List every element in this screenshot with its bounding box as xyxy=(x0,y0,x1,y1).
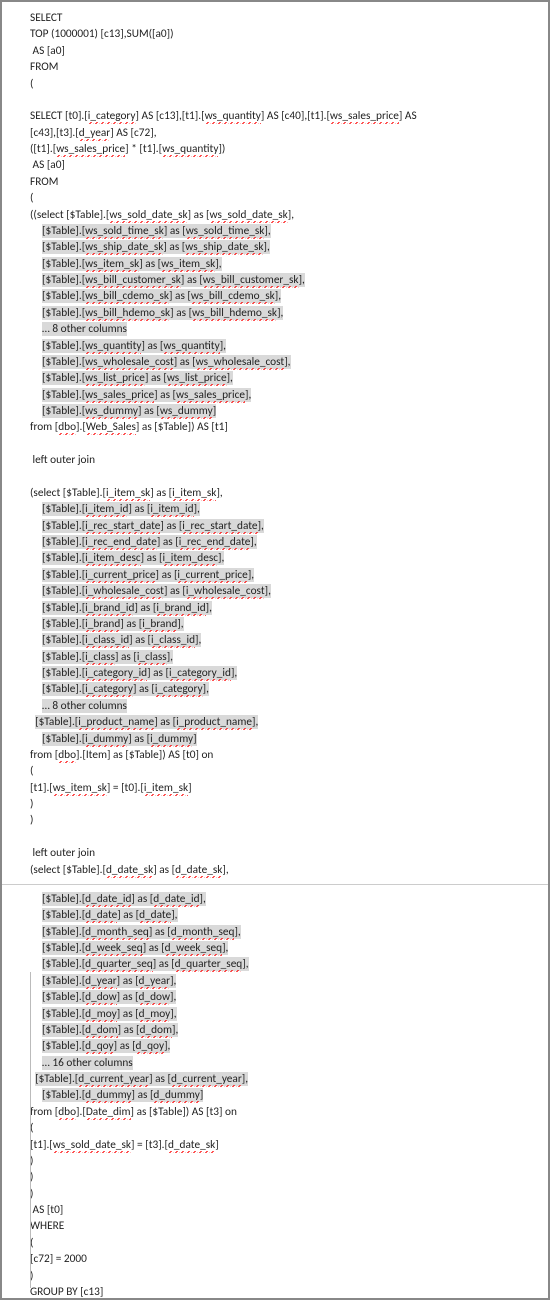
code-line: AS [a0] xyxy=(30,43,520,59)
code-line: from [dbo].[Item] as [$Table]) AS [t0] o… xyxy=(30,747,520,763)
code-line: [$Table].[d_moy] as [d_moy], xyxy=(30,1006,520,1022)
code-line: [$Table].[i_brand] as [i_brand], xyxy=(30,616,520,632)
code-line: ) xyxy=(30,796,520,812)
code-line: [$Table].[ws_dummy] as [ws_dummy] xyxy=(30,403,520,419)
sql-document: SELECT TOP (1000001) [c13],SUM([a0]) AS … xyxy=(0,0,550,1300)
code-line: [$Table].[d_week_seq] as [d_week_seq], xyxy=(30,940,520,956)
code-line: [$Table].[i_class] as [i_class], xyxy=(30,649,520,665)
code-line: [$Table].[ws_bill_cdemo_sk] as [ws_bill_… xyxy=(30,288,520,304)
code-line: ) xyxy=(30,812,520,828)
code-line: ((select [$Table].[ws_sold_date_sk] as [… xyxy=(30,207,520,223)
code-line: [$Table].[d_date_id] as [d_date_id], xyxy=(30,891,520,907)
code-line: ) xyxy=(30,1153,520,1169)
code-line: [$Table].[d_dummy] as [d_dummy] xyxy=(30,1087,520,1103)
code-line: [$Table].[d_date] as [d_date], xyxy=(30,907,520,923)
code-line: [$Table].[d_current_year] as [d_current_… xyxy=(30,1071,520,1087)
code-line: [$Table].[d_qoy] as [d_qoy], xyxy=(30,1038,520,1054)
code-line: AS [a0] xyxy=(30,157,520,173)
code-line: [$Table].[d_dom] as [d_dom], xyxy=(30,1022,520,1038)
page-divider xyxy=(2,884,548,885)
code-line: [$Table].[i_category] as [i_category], xyxy=(30,681,520,697)
code-line: [$Table].[i_rec_start_date] as [i_rec_st… xyxy=(30,518,520,534)
code-line: [t1].[ws_item_sk] = [t0].[i_item_sk] xyxy=(30,780,520,796)
code-line: left outer join xyxy=(30,452,520,468)
code-line: [c43],[t3].[d_year] AS [c72], xyxy=(30,125,520,141)
code-line: GROUP BY [c13] xyxy=(30,1284,520,1300)
code-line: [$Table].[d_year] as [d_year], xyxy=(30,973,520,989)
code-line: [$Table].[i_wholesale_cost] as [i_wholes… xyxy=(30,583,520,599)
code-line: [t1].[ws_sold_date_sk] = [t3].[d_date_sk… xyxy=(30,1137,520,1153)
code-line: [$Table].[ws_wholesale_cost] as [ws_whol… xyxy=(30,354,520,370)
ellipsis-line: … 8 other columns xyxy=(30,321,520,337)
code-line: [$Table].[i_dummy] as [i_dummy] xyxy=(30,731,520,747)
ellipsis-line: … 16 other columns xyxy=(30,1055,520,1071)
code-line: ( xyxy=(30,763,520,779)
blank-line xyxy=(30,829,520,845)
code-line: [$Table].[ws_list_price] as [ws_list_pri… xyxy=(30,370,520,386)
blank-line xyxy=(30,436,520,452)
code-line: AS [t0] xyxy=(30,1202,520,1218)
code-line: [$Table].[i_category_id] as [i_category_… xyxy=(30,665,520,681)
code-line: [$Table].[i_item_desc] as [i_item_desc], xyxy=(30,550,520,566)
code-line: [$Table].[ws_quantity] as [ws_quantity], xyxy=(30,338,520,354)
code-line: [$Table].[i_current_price] as [i_current… xyxy=(30,567,520,583)
code-line: (select [$Table].[d_date_sk] as [d_date_… xyxy=(30,862,520,878)
code-line: FROM xyxy=(30,174,520,190)
code-line: [$Table].[ws_sales_price] as [ws_sales_p… xyxy=(30,387,520,403)
code-line: from [dbo].[Date_dim] as [$Table]) AS [t… xyxy=(30,1104,520,1120)
code-line: ([t1].[ws_sales_price] * [t1].[ws_quanti… xyxy=(30,141,520,157)
code-line: [$Table].[i_item_id] as [i_item_id], xyxy=(30,501,520,517)
code-line: WHERE xyxy=(30,1218,520,1234)
code-line: ( xyxy=(30,76,520,92)
code-line: ( xyxy=(30,1120,520,1136)
code-line: ) xyxy=(30,1169,520,1185)
code-line: [$Table].[i_rec_end_date] as [i_rec_end_… xyxy=(30,534,520,550)
code-line: [$Table].[i_brand_id] as [i_brand_id], xyxy=(30,600,520,616)
code-line: SELECT [t0].[i_category] AS [c13],[t1].[… xyxy=(30,108,520,124)
code-line: [$Table].[ws_bill_hdemo_sk] as [ws_bill_… xyxy=(30,305,520,321)
code-line: [$Table].[ws_ship_date_sk] as [ws_ship_d… xyxy=(30,239,520,255)
code-line: [$Table].[ws_item_sk] as [ws_item_sk], xyxy=(30,256,520,272)
code-line: SELECT xyxy=(30,10,520,26)
code-line: left outer join xyxy=(30,845,520,861)
code-line: [$Table].[d_dow] as [d_dow], xyxy=(30,989,520,1005)
vertical-rule xyxy=(30,972,31,1288)
code-line: (select [$Table].[i_item_sk] as [i_item_… xyxy=(30,485,520,501)
code-line: [$Table].[d_month_seq] as [d_month_seq], xyxy=(30,924,520,940)
code-line: ( xyxy=(30,1235,520,1251)
blank-line xyxy=(30,92,520,108)
code-line: ( xyxy=(30,190,520,206)
code-line: ) xyxy=(30,1186,520,1202)
code-line: [$Table].[i_class_id] as [i_class_id], xyxy=(30,632,520,648)
code-line: FROM xyxy=(30,59,520,75)
code-line: [$Table].[i_product_name] as [i_product_… xyxy=(30,714,520,730)
code-line: [$Table].[d_quarter_seq] as [d_quarter_s… xyxy=(30,956,520,972)
code-line: [$Table].[ws_bill_customer_sk] as [ws_bi… xyxy=(30,272,520,288)
code-line: [$Table].[ws_sold_time_sk] as [ws_sold_t… xyxy=(30,223,520,239)
blank-line xyxy=(30,469,520,485)
code-line: ) xyxy=(30,1268,520,1284)
ellipsis-line: … 8 other columns xyxy=(30,698,520,714)
code-line: from [dbo].[Web_Sales] as [$Table]) AS [… xyxy=(30,419,520,435)
code-line: [c72] = 2000 xyxy=(30,1251,520,1267)
code-line: TOP (1000001) [c13],SUM([a0]) xyxy=(30,26,520,42)
